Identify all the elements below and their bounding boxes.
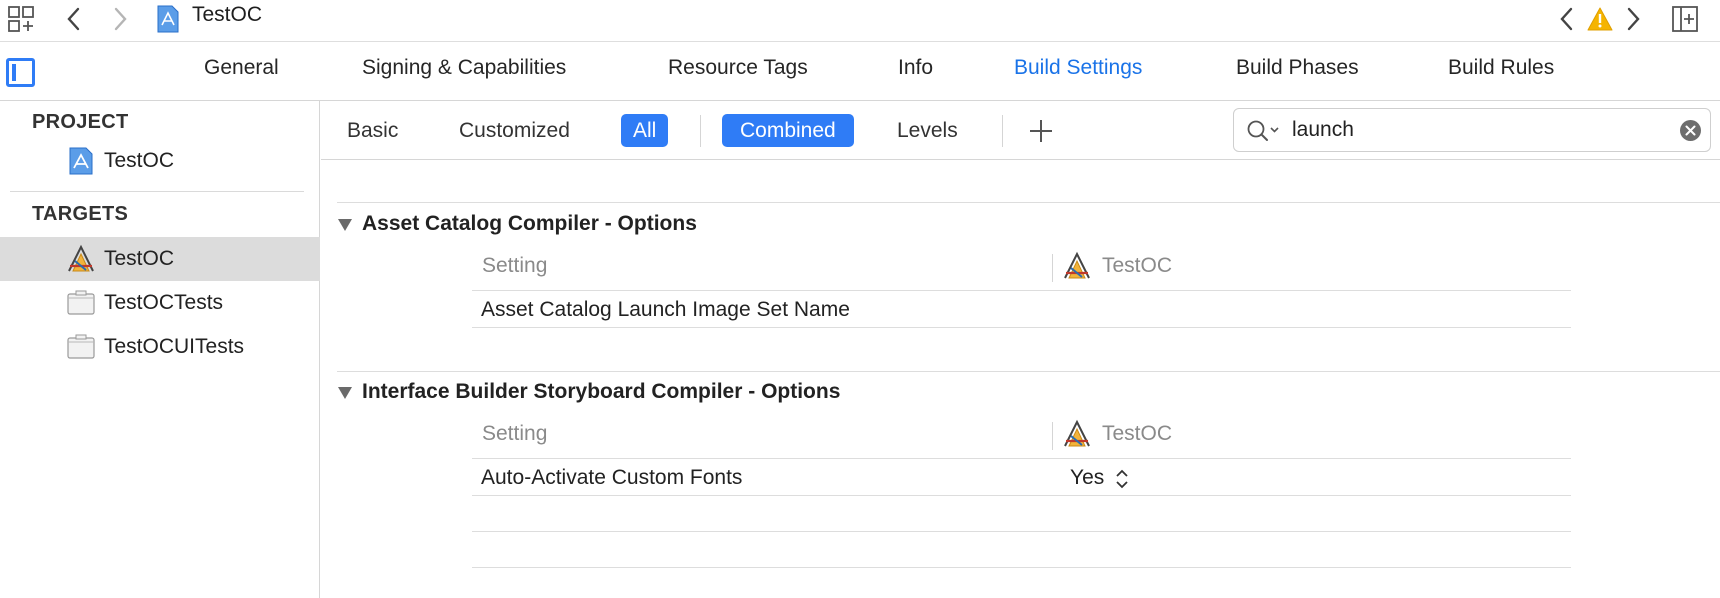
tab-general[interactable]: General xyxy=(204,56,279,80)
target-item-label: TestOCTests xyxy=(104,291,224,314)
app-target-icon xyxy=(1064,419,1090,447)
clear-search-icon[interactable] xyxy=(1680,120,1701,141)
column-header-target: TestOC xyxy=(1102,422,1173,445)
divider xyxy=(337,371,1720,372)
filter-basic-button[interactable]: Basic xyxy=(339,114,406,147)
project-file-icon xyxy=(154,4,182,34)
divider xyxy=(472,290,1571,291)
column-header-setting: Setting xyxy=(482,422,548,445)
tab-build-settings[interactable]: Build Settings xyxy=(1014,56,1142,80)
tab-resource-tags[interactable]: Resource Tags xyxy=(668,56,808,80)
build-settings-table: Asset Catalog Compiler - Options Setting… xyxy=(321,161,1720,598)
target-item-label: TestOC xyxy=(104,247,175,270)
filter-divider xyxy=(700,115,701,147)
back-chevron-icon[interactable] xyxy=(62,4,86,34)
app-target-icon xyxy=(68,244,94,272)
add-editor-icon[interactable] xyxy=(1670,4,1700,34)
target-item-label: TestOCUITests xyxy=(104,335,245,358)
previous-issue-icon[interactable] xyxy=(1556,4,1578,34)
sidebar-divider xyxy=(10,191,304,192)
filter-customized-button[interactable]: Customized xyxy=(451,114,578,147)
tab-build-phases[interactable]: Build Phases xyxy=(1236,56,1359,80)
build-settings-filter-bar: Basic Customized All Combined Levels xyxy=(321,101,1720,160)
divider xyxy=(337,202,1720,203)
app-target-icon xyxy=(1064,251,1090,279)
popup-stepper-icon[interactable] xyxy=(1114,467,1130,491)
divider xyxy=(472,327,1571,328)
section-title[interactable]: Interface Builder Storyboard Compiler - … xyxy=(362,380,840,404)
tab-info[interactable]: Info xyxy=(898,56,933,80)
view-levels-button[interactable]: Levels xyxy=(889,114,966,147)
divider xyxy=(472,458,1571,459)
jump-bar: TestOC xyxy=(0,0,1720,42)
tab-build-rules[interactable]: Build Rules xyxy=(1448,56,1554,80)
add-setting-icon[interactable] xyxy=(1025,115,1057,147)
view-combined-button[interactable]: Combined xyxy=(722,114,854,147)
editor-tab-bar: General Signing & Capabilities Resource … xyxy=(0,42,1720,101)
targets-header: TARGETS xyxy=(32,203,129,225)
search-field[interactable] xyxy=(1233,108,1711,152)
hide-project-navigator-icon[interactable] xyxy=(6,58,35,87)
project-item-label: TestOC xyxy=(104,149,175,172)
setting-name[interactable]: Auto-Activate Custom Fonts xyxy=(481,466,742,490)
setting-name[interactable]: Asset Catalog Launch Image Set Name xyxy=(481,298,850,322)
column-divider xyxy=(1052,422,1053,450)
next-issue-icon[interactable] xyxy=(1622,4,1644,34)
setting-value[interactable]: Yes xyxy=(1070,466,1104,490)
project-file-icon xyxy=(69,147,93,175)
column-divider xyxy=(1052,254,1053,282)
search-icon[interactable] xyxy=(1246,118,1282,144)
filter-divider xyxy=(1002,115,1003,147)
filter-all-button[interactable]: All xyxy=(621,114,669,147)
warning-icon[interactable] xyxy=(1586,4,1614,34)
test-bundle-icon xyxy=(67,290,95,315)
disclosure-triangle-icon[interactable] xyxy=(338,219,352,231)
test-bundle-icon xyxy=(67,334,95,359)
project-header: PROJECT xyxy=(32,111,129,133)
target-item-testoc[interactable]: TestOC xyxy=(0,237,320,281)
divider xyxy=(472,531,1571,532)
divider xyxy=(472,495,1571,496)
divider xyxy=(472,567,1571,568)
target-item-testocuitests[interactable]: TestOCUITests xyxy=(0,325,320,369)
column-header-target: TestOC xyxy=(1102,254,1173,277)
column-header-setting: Setting xyxy=(482,254,548,277)
tab-signing-capabilities[interactable]: Signing & Capabilities xyxy=(362,56,566,80)
section-title[interactable]: Asset Catalog Compiler - Options xyxy=(362,212,697,236)
target-item-testoctests[interactable]: TestOCTests xyxy=(0,281,320,325)
search-input[interactable] xyxy=(1292,115,1672,145)
jump-bar-title[interactable]: TestOC xyxy=(192,3,262,27)
project-target-list: PROJECT TestOC TARGETS TestOC TestOCTest… xyxy=(0,101,320,598)
disclosure-triangle-icon[interactable] xyxy=(338,387,352,399)
related-items-icon[interactable] xyxy=(6,4,36,34)
project-item[interactable]: TestOC xyxy=(0,139,320,183)
forward-chevron-icon[interactable] xyxy=(108,4,132,34)
